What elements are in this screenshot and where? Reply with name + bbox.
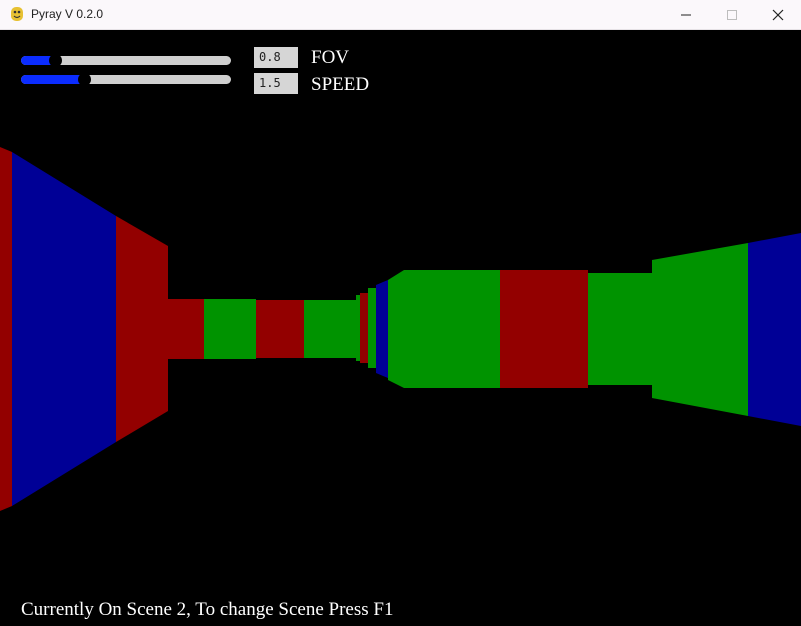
wall-far-green-4 xyxy=(356,295,360,361)
speed-label: SPEED xyxy=(311,74,370,95)
wall-right-red xyxy=(500,270,588,388)
wall-far-green-1 xyxy=(204,299,256,359)
wall-left-blue xyxy=(12,152,116,506)
app-window: Pyray V 0.2.0 0.8 FOV 1.5 SPEED Currentl… xyxy=(0,0,801,626)
maximize-icon xyxy=(727,9,737,20)
raycast-scene xyxy=(0,147,801,511)
fov-slider[interactable] xyxy=(21,52,231,67)
speed-slider-knob[interactable] xyxy=(78,73,91,86)
minimize-icon xyxy=(681,14,691,15)
close-button[interactable] xyxy=(755,0,801,29)
wall-far-green-2 xyxy=(304,300,352,358)
wall-right-blue xyxy=(748,233,801,426)
wall-far-green-5 xyxy=(368,288,376,368)
scene-status-text: Currently On Scene 2, To change Scene Pr… xyxy=(21,599,394,620)
wall-far-red-2 xyxy=(256,300,304,358)
fov-value-box: 0.8 xyxy=(254,47,298,68)
maximize-button[interactable] xyxy=(709,0,755,29)
wall-far-red-3 xyxy=(360,293,368,363)
wall-right-green-3 xyxy=(652,243,748,416)
speed-value-box: 1.5 xyxy=(254,73,298,94)
wall-right-green-2 xyxy=(588,273,652,385)
wall-far-blue xyxy=(376,280,388,378)
fov-slider-knob[interactable] xyxy=(48,54,62,67)
speed-slider-fill xyxy=(21,75,84,84)
window-title: Pyray V 0.2.0 xyxy=(31,7,104,21)
wall-far-green-3 xyxy=(352,300,356,358)
title-bar[interactable]: Pyray V 0.2.0 xyxy=(0,0,801,30)
close-icon xyxy=(772,9,784,20)
wall-left-red xyxy=(116,216,168,442)
game-viewport[interactable]: 0.8 FOV 1.5 SPEED Currently On Scene 2, … xyxy=(0,30,801,626)
python-icon xyxy=(11,7,23,21)
wall-far-red-1 xyxy=(168,299,204,359)
wall-right-green-1 xyxy=(388,270,500,388)
wall-left-red-edge xyxy=(0,147,12,511)
speed-slider[interactable] xyxy=(21,71,231,86)
minimize-button[interactable] xyxy=(663,0,709,29)
fov-label: FOV xyxy=(311,47,350,68)
